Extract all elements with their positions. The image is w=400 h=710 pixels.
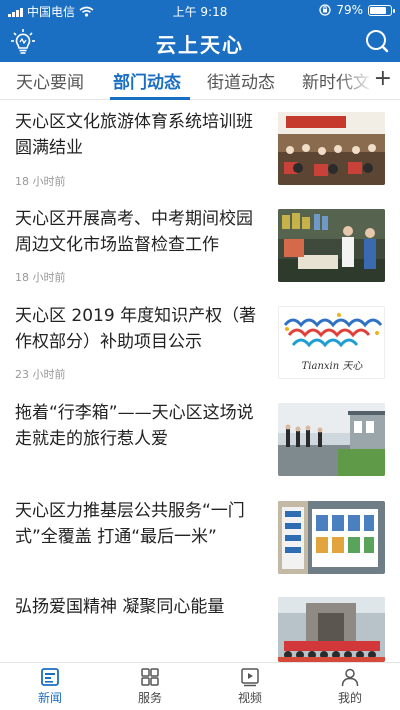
news-item[interactable]: 弘扬爱国精神 凝聚同心能量 bbox=[0, 591, 400, 662]
battery-icon bbox=[368, 4, 395, 16]
bottom-navigation: 新闻 服务 视频 我的 bbox=[0, 662, 400, 710]
top-bar: 中国电信 上午 9:18 79% 云上天心 bbox=[0, 0, 400, 62]
nav-news[interactable]: 新闻 bbox=[20, 667, 80, 706]
tab-overflow-fade bbox=[338, 62, 374, 99]
news-thumbnail[interactable] bbox=[278, 597, 385, 662]
search-icon[interactable] bbox=[364, 28, 390, 54]
news-time: 23 小时前 bbox=[15, 368, 66, 381]
thumbnail-logo-text: Tianxin 天心 bbox=[302, 360, 364, 372]
nav-video[interactable]: 视频 bbox=[220, 667, 280, 706]
nav-video-label: 视频 bbox=[237, 691, 262, 705]
news-item[interactable]: 天心区文化旅游体育系统培训班圆满结业 18 小时前 bbox=[0, 101, 400, 201]
add-channel-button[interactable]: + bbox=[374, 66, 392, 92]
news-title[interactable]: 天心区 2019 年度知识产权（著作权部分）补助项目公示 bbox=[15, 303, 267, 355]
channel-tabs: 天心要闻 部门动态 街道动态 新时代文 + bbox=[0, 62, 400, 100]
battery-level-fill bbox=[370, 6, 386, 14]
news-icon bbox=[41, 668, 59, 686]
person-icon bbox=[341, 668, 359, 687]
news-title[interactable]: 天心区文化旅游体育系统培训班圆满结业 bbox=[15, 109, 267, 161]
news-title[interactable]: 拖着“行李箱”——天心区这场说走就走的旅行惹人爱 bbox=[15, 400, 267, 452]
news-title[interactable]: 天心区力推基层公共服务“一门式”全覆盖 打通“最后一米” bbox=[15, 498, 267, 550]
nav-mine-label: 我的 bbox=[337, 691, 362, 705]
battery-percent: 79% bbox=[336, 3, 363, 17]
tab-tianxin-news[interactable]: 天心要闻 bbox=[16, 68, 84, 93]
nav-news-label: 新闻 bbox=[37, 691, 62, 705]
news-item[interactable]: 天心区开展高考、中考期间校园周边文化市场监督检查工作 18 小时前 bbox=[0, 201, 400, 298]
app-title: 云上天心 bbox=[156, 33, 244, 57]
tab-street-news[interactable]: 街道动态 bbox=[207, 68, 275, 93]
status-bar: 中国电信 上午 9:18 79% bbox=[0, 0, 400, 22]
active-tab-indicator bbox=[110, 97, 190, 100]
news-thumbnail[interactable] bbox=[278, 209, 385, 282]
news-item[interactable]: 拖着“行李箱”——天心区这场说走就走的旅行惹人爱 bbox=[0, 395, 400, 493]
orientation-lock-icon bbox=[319, 4, 331, 16]
app-header: 云上天心 bbox=[0, 22, 400, 62]
news-time: 18 小时前 bbox=[15, 271, 66, 284]
news-time: 18 小时前 bbox=[15, 175, 66, 188]
news-title[interactable]: 弘扬爱国精神 凝聚同心能量 bbox=[15, 594, 267, 620]
nav-mine[interactable]: 我的 bbox=[320, 667, 380, 706]
nav-services-label: 服务 bbox=[137, 691, 162, 705]
news-thumbnail[interactable] bbox=[278, 501, 385, 574]
video-icon bbox=[241, 668, 259, 687]
nav-services[interactable]: 服务 bbox=[120, 667, 180, 706]
news-title[interactable]: 天心区开展高考、中考期间校园周边文化市场监督检查工作 bbox=[15, 206, 267, 258]
grid-icon bbox=[141, 668, 159, 686]
news-item[interactable]: 天心区力推基层公共服务“一门式”全覆盖 打通“最后一米” bbox=[0, 493, 400, 591]
news-item[interactable]: 天心区 2019 年度知识产权（著作权部分）补助项目公示 23 小时前 Tian… bbox=[0, 298, 400, 395]
news-thumbnail[interactable]: Tianxin 天心 bbox=[278, 306, 385, 379]
news-thumbnail[interactable] bbox=[278, 403, 385, 476]
tab-department-news[interactable]: 部门动态 bbox=[113, 68, 181, 93]
news-thumbnail[interactable] bbox=[278, 112, 385, 185]
